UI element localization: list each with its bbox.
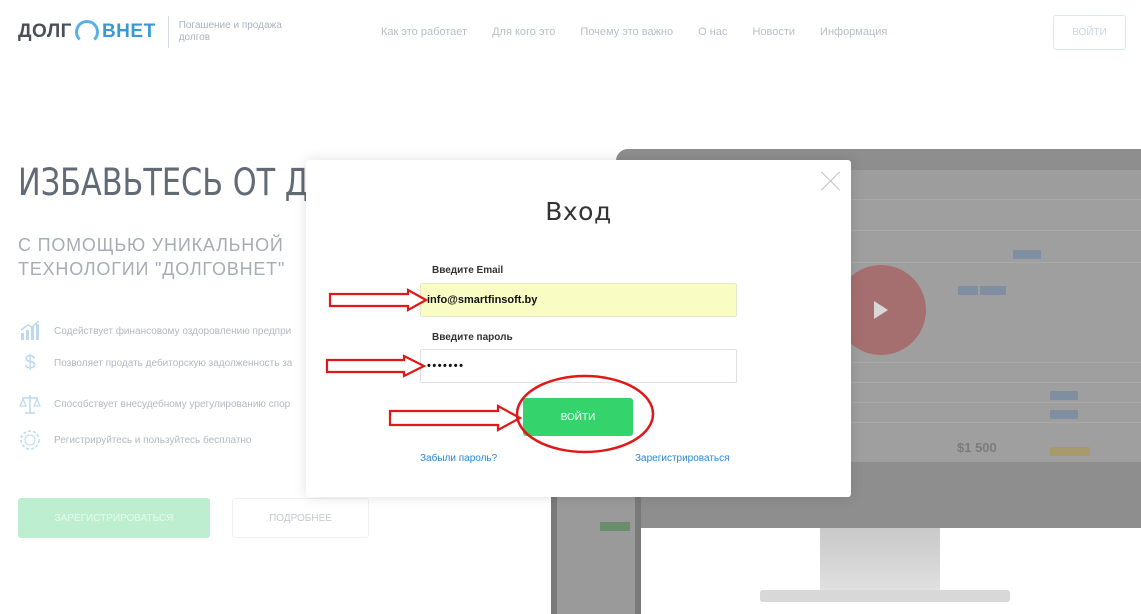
screen-chip [1013,250,1041,259]
register-link[interactable]: Зарегистрироваться [635,453,730,464]
screen-divider [850,230,1141,231]
hero-subtitle-line2: ТЕХНОЛОГИИ "ДОЛГОВНЕТ" [18,259,286,279]
screen-divider [850,382,1141,383]
hero-register-button[interactable]: ЗАРЕГИСТРИРОВАТЬСЯ [18,498,210,538]
feature-item: Регистрируйтесь и пользуйтесь бесплатно [18,428,251,452]
logo-word-left: ДОЛГ [18,21,72,42]
password-field[interactable] [420,349,737,383]
monitor-stand [820,528,940,598]
modal-title: Вход [545,197,612,226]
screen-divider [850,362,1141,363]
feature-item: Содействует финансовому оздоровлению пре… [18,319,291,343]
screen-divider [850,422,1141,423]
hero-title: ИЗБАВЬТЕСЬ ОТ ДО [18,161,333,204]
feature-item: $ Позволяет продать дебиторскую задолжен… [18,351,292,375]
scales-icon [18,392,42,416]
screen-chip [958,286,978,295]
nav-how-it-works[interactable]: Как это работает [381,26,467,38]
screen-chip [1050,447,1090,456]
hero-subtitle-line1: С ПОМОЩЬЮ УНИКАЛЬНОЙ [18,235,284,255]
screen-divider [850,262,1141,263]
play-icon [874,301,888,319]
feature-text: Содействует финансовому оздоровлению пре… [54,325,292,337]
screen-chip [1050,391,1078,400]
nav-why-important[interactable]: Почему это важно [580,26,673,38]
main-nav: Как это работает Для кого это Почему это… [381,26,912,38]
screen-chip [980,286,1006,295]
feature-text: Позволяет продать дебиторскую задолженно… [54,357,293,369]
nav-news[interactable]: Новости [752,26,795,38]
phone-green-button [600,522,630,531]
feature-text: Регистрируйтесь и пользуйтесь бесплатно [54,434,252,446]
logo-ring-icon [74,20,99,44]
dollar-icon: $ [24,351,36,374]
nav-info[interactable]: Информация [820,26,887,38]
screen-chip [1050,410,1078,419]
logo[interactable]: ДОЛГ ВНЕТ Погашение и продажа долгов [18,14,299,50]
header-login-button[interactable]: ВОЙТИ [1053,15,1126,50]
forgot-password-link[interactable]: Забыли пароль? [420,453,497,464]
chart-growth-icon [18,319,42,343]
hero-more-button[interactable]: ПОДРОБНЕЕ [232,498,369,538]
logo-word-right: ВНЕТ [101,21,156,42]
free-badge-icon [18,428,42,452]
nav-about[interactable]: О нас [698,26,727,38]
email-label: Введите Email [432,265,504,276]
monitor-stand-base [760,590,1010,602]
monitor-screen-topbar [850,170,1141,200]
close-icon[interactable] [820,170,842,192]
logo-divider [167,16,169,48]
email-field[interactable] [420,283,737,317]
feature-item: Способствует внесудебному урегулированию… [18,392,290,416]
feature-text: Способствует внесудебному урегулированию… [54,398,291,410]
nav-for-whom[interactable]: Для кого это [492,26,555,38]
password-label: Введите пароль [432,332,513,343]
phone-screen [557,490,635,614]
logo-tagline: Погашение и продажа долгов [178,20,282,43]
hero-subtitle: С ПОМОЩЬЮ УНИКАЛЬНОЙ ТЕХНОЛОГИИ "ДОЛГОВН… [18,233,285,281]
login-submit-button[interactable]: ВОЙТИ [523,398,633,436]
screen-divider [850,402,1141,403]
site-header: ДОЛГ ВНЕТ Погашение и продажа долгов Как… [0,0,1141,66]
screen-amount: $1 500 [957,440,997,455]
